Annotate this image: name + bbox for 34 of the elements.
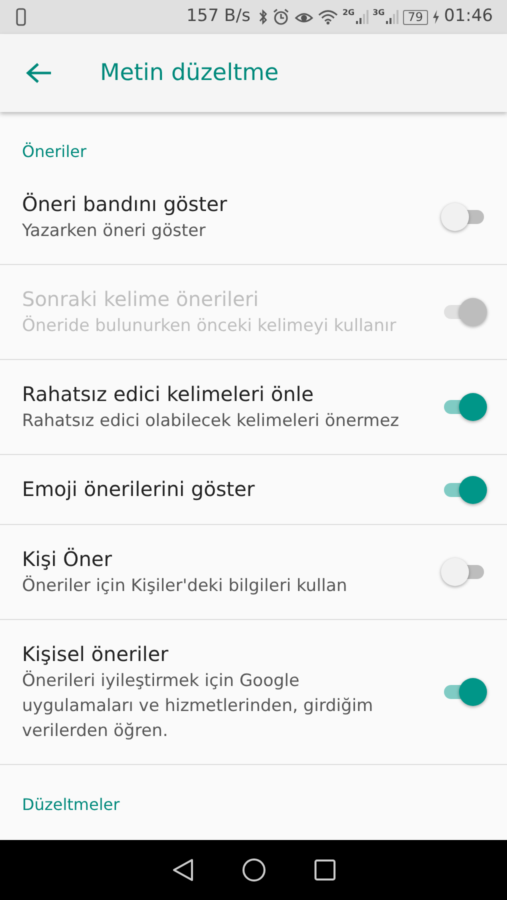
setting-title: Kişi Öner bbox=[22, 546, 113, 573]
section-header: Düzeltmeler bbox=[21, 794, 121, 816]
signal-icon bbox=[384, 9, 399, 25]
network-speed: 157 B/s bbox=[186, 5, 250, 28]
network-type: 2G bbox=[342, 9, 355, 17]
recents-icon[interactable] bbox=[314, 859, 336, 881]
setting-row[interactable]: Emoji önerilerini göster bbox=[0, 455, 507, 525]
section-header: Öneriler bbox=[21, 141, 88, 163]
setting-title: Emoji önerilerini göster bbox=[22, 476, 256, 503]
phone-icon bbox=[16, 8, 26, 26]
setting-row[interactable]: Rahatsız edici kelimeleri önle Rahatsız edici olabilecek kelimeleri önermez bbox=[0, 360, 507, 455]
setting-row[interactable]: Kişisel öneriler Önerileri iyileştirmek için Google uygulamaları ve hizmetlerinden, girdiğim verilerden öğren. bbox=[0, 620, 507, 765]
setting-description: Önerileri iyileştirmek için Google uygulamaları ve hizmetlerinden, girdiğim verilerden öğren. bbox=[22, 670, 374, 743]
setting-description: Yazarken öneri göster bbox=[22, 220, 207, 243]
network-type: 3G bbox=[372, 9, 385, 17]
back-icon[interactable] bbox=[172, 858, 194, 882]
signal-icon bbox=[354, 9, 369, 25]
setting-title: Öneri bandını göster bbox=[22, 191, 228, 218]
home-icon[interactable] bbox=[242, 858, 266, 882]
setting-title: Kişisel öneriler bbox=[22, 641, 170, 668]
bluetooth-icon bbox=[258, 8, 268, 26]
setting-row[interactable]: Öneri bandını göster Yazarken öneri göster bbox=[0, 170, 507, 265]
screen-title: Metin düzeltme bbox=[100, 58, 279, 88]
setting-description: Öneriler için Kişiler'deki bilgileri kullan bbox=[22, 574, 348, 598]
charging-icon bbox=[432, 9, 440, 25]
setting-description: Öneride bulunurken önceki kelimeyi kullanır bbox=[22, 314, 398, 338]
setting-row[interactable]: Kişi Öner Öneriler için Kişiler'deki bilgileri kullan bbox=[0, 525, 507, 620]
wifi-icon bbox=[318, 9, 338, 25]
alarm-icon bbox=[272, 8, 290, 26]
setting-title: Sonraki kelime önerileri bbox=[22, 286, 260, 313]
battery-level: 79 bbox=[402, 10, 428, 24]
clock: 01:46 bbox=[444, 5, 493, 28]
setting-title: Rahatsız edici kelimeleri önle bbox=[22, 381, 315, 408]
setting-description: Rahatsız edici olabilecek kelimeleri önermez bbox=[22, 410, 400, 433]
